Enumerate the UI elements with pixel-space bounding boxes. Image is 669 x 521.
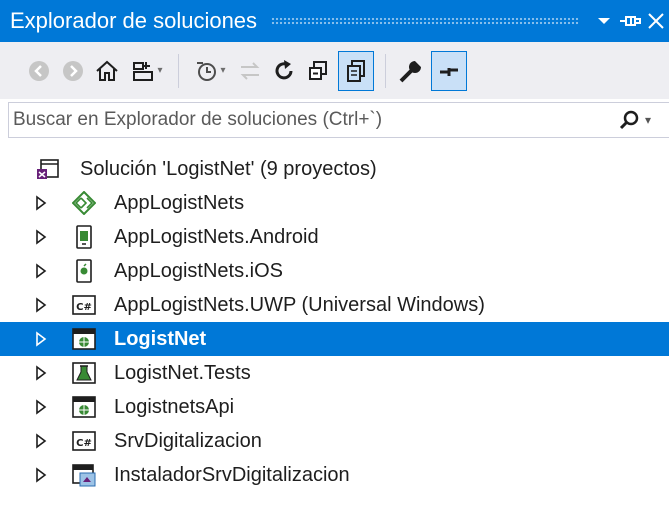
test-project-icon bbox=[72, 362, 96, 384]
preview-selected-items-button[interactable] bbox=[431, 50, 467, 91]
ios-project-icon bbox=[76, 259, 92, 283]
tree-item-project[interactable]: AppLogistNets.iOS bbox=[0, 254, 669, 288]
solution-icon bbox=[37, 159, 59, 179]
search-options-button[interactable]: ▾ bbox=[619, 103, 669, 137]
svg-text:C#: C# bbox=[76, 438, 92, 449]
pending-changes-filter-icon bbox=[197, 61, 217, 81]
show-all-files-button[interactable] bbox=[338, 50, 374, 91]
tree-item-project[interactable]: AppLogistNets bbox=[0, 186, 669, 220]
expand-arrow-icon[interactable] bbox=[33, 467, 49, 483]
pending-changes-filter-button[interactable]: ▾ bbox=[187, 49, 233, 93]
back-icon bbox=[29, 60, 49, 81]
chevron-down-icon: ▾ bbox=[645, 113, 652, 127]
tree-item-label: AppLogistNets.UWP (Universal Windows) bbox=[114, 294, 485, 316]
tree-item-label: InstaladorSrvDigitalizacion bbox=[114, 464, 350, 486]
web-project-icon bbox=[72, 328, 96, 350]
window-position-menu-button[interactable] bbox=[591, 6, 617, 36]
dropdown-caret-icon: ▾ bbox=[157, 65, 163, 76]
search-box: ▾ bbox=[8, 102, 669, 138]
expand-arrow-icon[interactable] bbox=[33, 263, 49, 279]
show-all-files-icon bbox=[347, 59, 365, 82]
expand-arrow-icon[interactable] bbox=[33, 229, 49, 245]
back-button[interactable] bbox=[22, 49, 56, 93]
tree-item-project[interactable]: LogistNet.Tests bbox=[0, 356, 669, 390]
switch-views-button[interactable]: ▾ bbox=[124, 49, 170, 93]
shared-project-icon bbox=[72, 191, 96, 215]
switch-views-icon bbox=[133, 61, 154, 81]
close-button[interactable] bbox=[643, 6, 669, 36]
wrench-icon bbox=[399, 58, 424, 82]
tree-item-label: AppLogistNets.iOS bbox=[114, 260, 283, 282]
toolbar-separator bbox=[178, 53, 179, 88]
close-icon bbox=[648, 13, 664, 29]
home-button[interactable] bbox=[90, 49, 124, 93]
chevron-down-icon bbox=[598, 18, 610, 24]
properties-button[interactable] bbox=[394, 49, 428, 93]
preview-selected-icon bbox=[440, 67, 458, 76]
dropdown-caret-icon: ▾ bbox=[220, 65, 226, 76]
forward-icon bbox=[63, 60, 83, 81]
forward-button[interactable] bbox=[56, 49, 90, 93]
android-project-icon bbox=[76, 225, 92, 249]
expand-arrow-icon[interactable] bbox=[33, 365, 49, 381]
tree-item-label: SrvDigitalizacion bbox=[114, 430, 262, 452]
drag-grip[interactable] bbox=[271, 17, 579, 25]
collapse-all-button[interactable] bbox=[301, 49, 335, 93]
refresh-button[interactable] bbox=[267, 49, 301, 93]
tree-item-project[interactable]: InstaladorSrvDigitalizacion bbox=[0, 458, 669, 492]
sync-icon bbox=[240, 61, 260, 80]
sync-with-active-document-button[interactable] bbox=[233, 49, 267, 93]
svg-text:C#: C# bbox=[76, 302, 92, 313]
tree-item-project[interactable]: C# SrvDigitalizacion bbox=[0, 424, 669, 458]
csharp-project-icon: C# bbox=[72, 431, 96, 451]
tree-item-label: LogistNet.Tests bbox=[114, 362, 251, 384]
refresh-icon bbox=[275, 59, 293, 79]
web-project-icon bbox=[72, 396, 96, 418]
tree-item-solution[interactable]: Solución 'LogistNet' (9 proyectos) bbox=[0, 152, 669, 186]
expand-arrow-icon[interactable] bbox=[33, 433, 49, 449]
expand-arrow-icon[interactable] bbox=[33, 399, 49, 415]
expand-arrow-icon[interactable] bbox=[33, 195, 49, 211]
collapse-all-icon bbox=[309, 60, 327, 80]
pin-icon bbox=[620, 16, 641, 26]
expand-arrow-icon[interactable] bbox=[33, 297, 49, 313]
tree-item-label: LogistnetsApi bbox=[114, 396, 235, 418]
tree-item-project[interactable]: AppLogistNets.Android bbox=[0, 220, 669, 254]
home-icon bbox=[96, 60, 118, 81]
tree-item-label: LogistNet bbox=[114, 328, 207, 350]
tree-item-label: AppLogistNets bbox=[114, 192, 245, 214]
tree-item-label: Solución 'LogistNet' (9 proyectos) bbox=[80, 158, 377, 180]
tree-item-project[interactable]: LogistnetsApi bbox=[0, 390, 669, 424]
title-bar: Explorador de soluciones bbox=[0, 0, 669, 42]
window-title: Explorador de soluciones bbox=[10, 8, 258, 33]
csharp-project-icon: C# bbox=[72, 295, 96, 315]
search-input[interactable] bbox=[9, 104, 619, 136]
tree-item-project[interactable]: C# AppLogistNets.UWP (Universal Windows) bbox=[0, 288, 669, 322]
auto-hide-pin-button[interactable] bbox=[617, 6, 643, 36]
expand-arrow-icon[interactable] bbox=[33, 331, 49, 347]
setup-project-icon bbox=[72, 464, 96, 487]
tree-item-label: AppLogistNets.Android bbox=[114, 226, 319, 248]
search-icon bbox=[619, 110, 639, 130]
toolbar-separator bbox=[385, 53, 386, 88]
toolbar: ▾ ▾ bbox=[0, 42, 669, 99]
tree-item-project-selected[interactable]: LogistNet bbox=[0, 322, 669, 356]
